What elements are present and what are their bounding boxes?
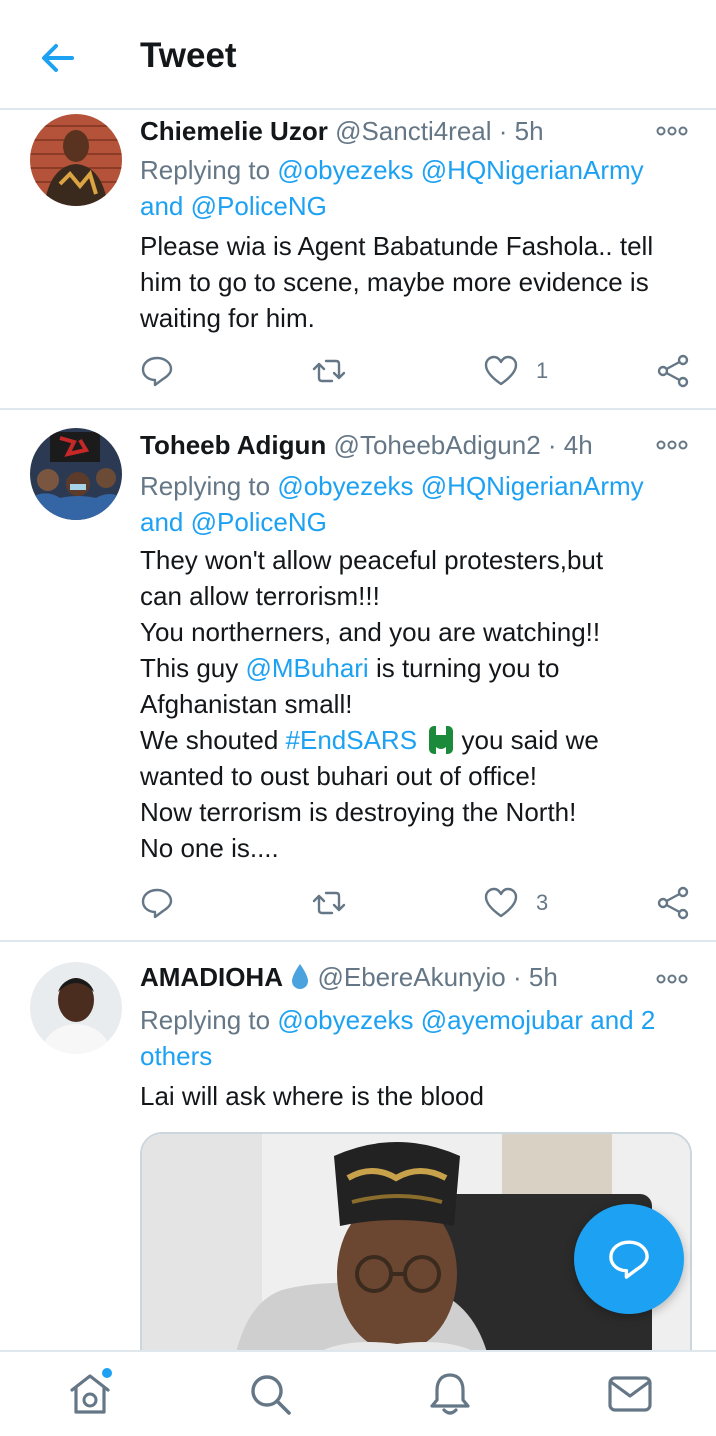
author-name[interactable]: AMADIOHA [140,962,283,992]
replying-to: Replying to @obyezeks @HQNigerianArmy an… [140,471,644,537]
tweet-time: 4h [563,430,593,460]
mention-link[interactable]: @obyezeks [277,155,413,185]
droplet-icon [292,964,309,989]
messages-icon[interactable] [606,1370,654,1418]
others-link[interactable]: others [140,1041,212,1071]
author-handle[interactable]: @ToheebAdigun2 [334,430,541,460]
compose-reply-icon [609,1240,649,1279]
tweet-actions: 3 [140,886,700,926]
tweet-time: 5h [528,962,558,992]
mention-link[interactable]: @HQNigerianArmy [421,471,644,501]
like-count: 1 [536,358,549,383]
share-icon[interactable] [656,886,690,920]
author-name[interactable]: Chiemelie Uzor [140,116,328,146]
mention-link[interactable]: @obyezeks [277,1005,413,1035]
retweet-icon[interactable] [312,886,346,920]
tweet-card[interactable]: Chiemelie Uzor @Sancti4real · 5h Replyin… [0,110,716,410]
back-arrow-icon[interactable] [36,36,80,80]
tweet-author-line: Toheeb Adigun @ToheebAdigun2 · 4h [140,430,593,460]
author-handle[interactable]: @EbereAkunyio [317,962,505,992]
like-count: 3 [536,890,549,915]
more-icon[interactable] [656,124,688,138]
tweet-actions: 1 [140,354,700,394]
author-name[interactable]: Toheeb Adigun [140,430,326,460]
more-icon[interactable] [656,438,688,452]
avatar[interactable] [30,428,122,520]
more-icon[interactable] [656,972,688,986]
tweet-time: 5h [514,116,544,146]
author-handle[interactable]: @Sancti4real [335,116,491,146]
reply-icon[interactable] [140,354,174,388]
mention-link[interactable]: @PoliceNG [191,507,327,537]
mention-link[interactable]: @obyezeks [277,471,413,501]
search-icon[interactable] [246,1370,294,1418]
notification-dot [102,1368,112,1378]
mention-link[interactable]: @PoliceNG [191,191,327,221]
retweet-icon[interactable] [312,354,346,388]
tweet-text: Please wia is Agent Babatunde Fashola.. … [140,231,654,333]
tweet-text: Lai will ask where is the blood [140,1081,484,1111]
reply-icon[interactable] [140,886,174,920]
notifications-icon[interactable] [426,1370,474,1418]
compose-reply-button[interactable] [574,1204,684,1314]
tweet-author-line: Chiemelie Uzor @Sancti4real · 5h [140,116,544,146]
page-title: Tweet [140,36,237,75]
tweet-author-line: AMADIOHA @EbereAkunyio · 5h [140,962,558,992]
avatar[interactable] [30,114,122,206]
mention-link[interactable]: @ayemojubar [421,1005,583,1035]
like-icon[interactable] [484,886,518,920]
mention-link[interactable]: @HQNigerianArmy [421,155,644,185]
replying-to: Replying to @obyezeks @ayemojubar and 2 … [140,1005,656,1071]
hashtag-link[interactable]: #EndSARS [286,725,418,755]
tweet-text: They won't allow peaceful protesters,but… [140,545,604,863]
avatar[interactable] [30,962,122,1054]
share-icon[interactable] [656,354,690,388]
fist-icon [429,726,454,754]
like-icon[interactable] [484,354,518,388]
bottom-nav [0,1350,716,1436]
top-bar: Tweet [0,0,716,110]
tweet-card[interactable]: Toheeb Adigun @ToheebAdigun2 · 4h Replyi… [0,410,716,942]
mention-link[interactable]: @MBuhari [246,653,369,683]
replying-to: Replying to @obyezeks @HQNigerianArmy an… [140,155,644,221]
